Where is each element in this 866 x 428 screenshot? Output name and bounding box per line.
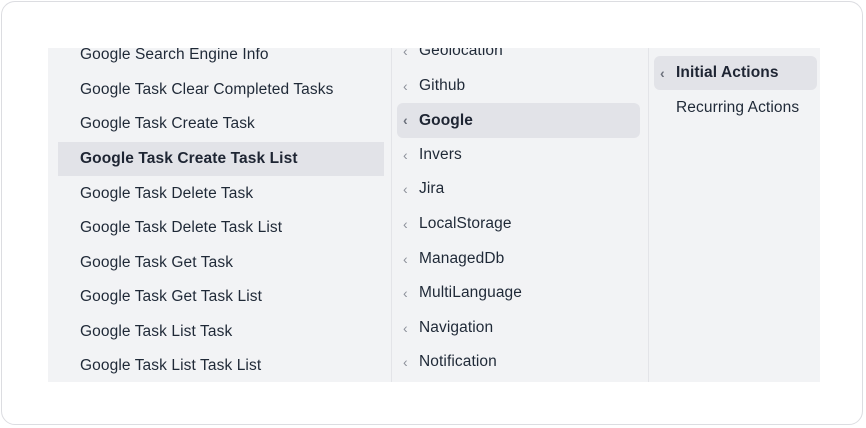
menu-item-google-task-list-task[interactable]: Google Task List Task <box>58 315 384 349</box>
menu-item-label: Notification <box>419 353 497 370</box>
menu-item-google-task-create-task-list[interactable]: Google Task Create Task List <box>58 142 384 176</box>
menu-item-label: Github <box>419 77 466 94</box>
chevron-left-icon: ‹ <box>403 320 408 336</box>
menu-item-initial-actions[interactable]: ‹ Initial Actions <box>654 56 817 90</box>
menu-item-navigation[interactable]: ‹ Navigation <box>397 311 640 345</box>
menu-item-geolocation[interactable]: ‹ Geolocation <box>397 48 640 68</box>
menu-item-label: Google Task Get Task <box>80 254 234 271</box>
chevron-left-icon: ‹ <box>403 181 408 197</box>
menu-item-google-task-get-task-list[interactable]: Google Task Get Task List <box>58 280 384 314</box>
menu-item-google-task-create-task[interactable]: Google Task Create Task <box>58 107 384 141</box>
menu-item-label: Google Task List Task List <box>80 357 262 374</box>
menu-item-label: LocalStorage <box>419 215 512 232</box>
menu-item-label: Jira <box>419 180 445 197</box>
menu-item-label: Google Task List Task <box>80 323 233 340</box>
menu-column-triggers[interactable]: ‹ Initial Actions Recurring Actions <box>649 48 820 382</box>
menu-item-label: Google Task Delete Task <box>80 185 254 202</box>
chevron-left-icon: ‹ <box>403 48 408 59</box>
menu-item-localstorage[interactable]: ‹ LocalStorage <box>397 207 640 241</box>
menu-item-label: Google Search Engine Info <box>80 48 269 63</box>
menu-item-label: Google <box>419 112 473 129</box>
menu-item-label: Invers <box>419 146 462 163</box>
menu-item-manageddb[interactable]: ‹ ManagedDb <box>397 242 640 276</box>
menu-item-invers[interactable]: ‹ Invers <box>397 138 640 172</box>
menu-item-google-search-engine-info[interactable]: Google Search Engine Info <box>58 48 384 72</box>
menu-item-label: ManagedDb <box>419 250 505 267</box>
menu-item-label: Navigation <box>419 319 494 336</box>
menu-column-actions[interactable]: Google Search Engine Info Google Task Cl… <box>48 48 392 382</box>
menu-item-label: Initial Actions <box>676 64 779 81</box>
menu-item-jira[interactable]: ‹ Jira <box>397 172 640 206</box>
menu-item-label: Geolocation <box>419 48 503 59</box>
chevron-left-icon: ‹ <box>403 147 408 163</box>
chevron-left-icon: ‹ <box>403 216 408 232</box>
menu-item-label: Google Task Delete Task List <box>80 219 283 236</box>
menu-item-google[interactable]: ‹ Google <box>397 103 640 138</box>
chevron-left-icon: ‹ <box>403 251 408 267</box>
menu-item-recurring-actions[interactable]: Recurring Actions <box>654 91 817 125</box>
chevron-left-icon: ‹ <box>403 354 408 370</box>
menu-item-label: Recurring Actions <box>676 99 800 116</box>
menu-item-github[interactable]: ‹ Github <box>397 69 640 103</box>
menu-item-google-task-delete-task-list[interactable]: Google Task Delete Task List <box>58 211 384 245</box>
menu-item-label: Google Task Create Task List <box>80 150 298 167</box>
menu-item-google-task-delete-task[interactable]: Google Task Delete Task <box>58 177 384 211</box>
menu-item-google-task-clear-completed-tasks[interactable]: Google Task Clear Completed Tasks <box>58 73 384 107</box>
chevron-left-icon: ‹ <box>403 78 408 94</box>
menu-item-label: Google Task Clear Completed Tasks <box>80 81 334 98</box>
menu-item-label: Google Task Create Task <box>80 115 255 132</box>
cascading-menu: Google Search Engine Info Google Task Cl… <box>48 48 820 382</box>
chevron-left-icon: ‹ <box>403 112 408 128</box>
menu-item-google-task-get-task[interactable]: Google Task Get Task <box>58 246 384 280</box>
menu-item-label: Google Task Get Task List <box>80 288 262 305</box>
chevron-left-icon: ‹ <box>403 285 408 301</box>
menu-column-modules[interactable]: ‹ Geolocation ‹ Github ‹ Google ‹ Invers ‹ Ji… <box>392 48 649 382</box>
menu-item-notification[interactable]: ‹ Notification <box>397 345 640 379</box>
menu-item-google-task-list-task-list[interactable]: Google Task List Task List <box>58 349 384 382</box>
dialog-frame: Google Search Engine Info Google Task Cl… <box>1 1 863 425</box>
chevron-left-icon: ‹ <box>660 65 665 81</box>
menu-item-multilanguage[interactable]: ‹ MultiLanguage <box>397 276 640 310</box>
menu-item-label: MultiLanguage <box>419 284 522 301</box>
